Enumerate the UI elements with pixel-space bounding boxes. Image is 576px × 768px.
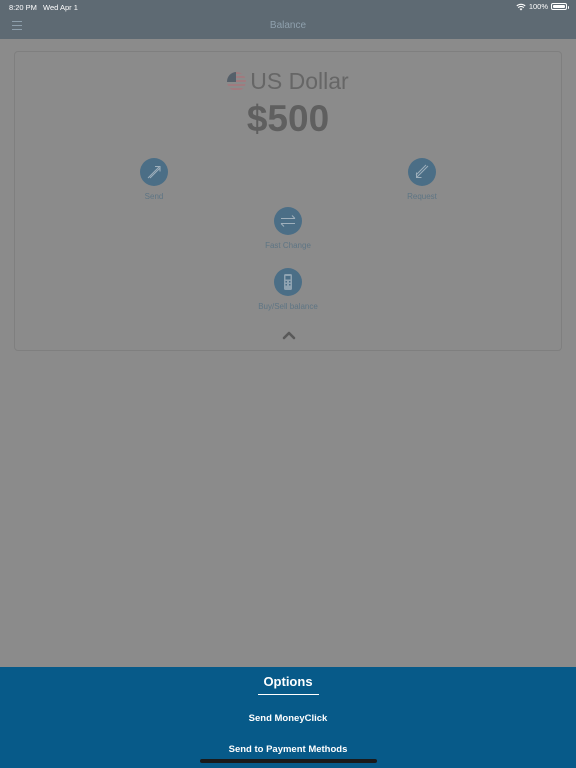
buy-sell-balance-label: Buy/Sell balance: [258, 302, 318, 311]
options-title: Options: [263, 674, 313, 689]
card-reader-icon: [274, 268, 302, 296]
home-indicator: [200, 759, 377, 763]
request-label: Request: [407, 192, 437, 201]
battery-percent: 100%: [528, 2, 548, 11]
chevron-up-icon[interactable]: [282, 330, 296, 340]
wifi-icon: [516, 3, 526, 10]
status-date: Wed Apr 1: [43, 3, 78, 12]
status-right: 100%: [516, 2, 569, 11]
nav-bar: Balance: [0, 14, 576, 39]
us-flag-icon: [227, 72, 247, 91]
send-label: Send: [144, 192, 164, 201]
send-to-payment-methods-option[interactable]: Send to Payment Methods: [0, 744, 576, 755]
balance-amount: $500: [246, 98, 330, 139]
currency-header: US Dollar: [15, 68, 561, 95]
status-time: 8:20 PM: [9, 3, 37, 12]
buy-sell-balance-button[interactable]: Buy/Sell balance: [243, 268, 333, 311]
currency-name: US Dollar: [250, 68, 349, 94]
options-title-underline: [258, 694, 319, 695]
send-button[interactable]: Send: [109, 158, 199, 201]
status-bar: 8:20 PM Wed Apr 1 100%: [0, 0, 576, 14]
send-moneyclick-option[interactable]: Send MoneyClick: [0, 713, 576, 724]
battery-icon: [551, 3, 569, 10]
fast-change-button[interactable]: Fast Change: [243, 207, 333, 250]
page-title: Balance: [269, 20, 307, 31]
request-arrow-icon: [408, 158, 436, 186]
exchange-arrows-icon: [274, 207, 302, 235]
request-button[interactable]: Request: [377, 158, 467, 201]
fast-change-label: Fast Change: [265, 241, 311, 250]
balance-card: US Dollar $500 Send Request Fast Change …: [14, 51, 562, 351]
options-sheet: Options Send MoneyClick Send to Payment …: [0, 667, 576, 768]
send-arrow-icon: [140, 158, 168, 186]
